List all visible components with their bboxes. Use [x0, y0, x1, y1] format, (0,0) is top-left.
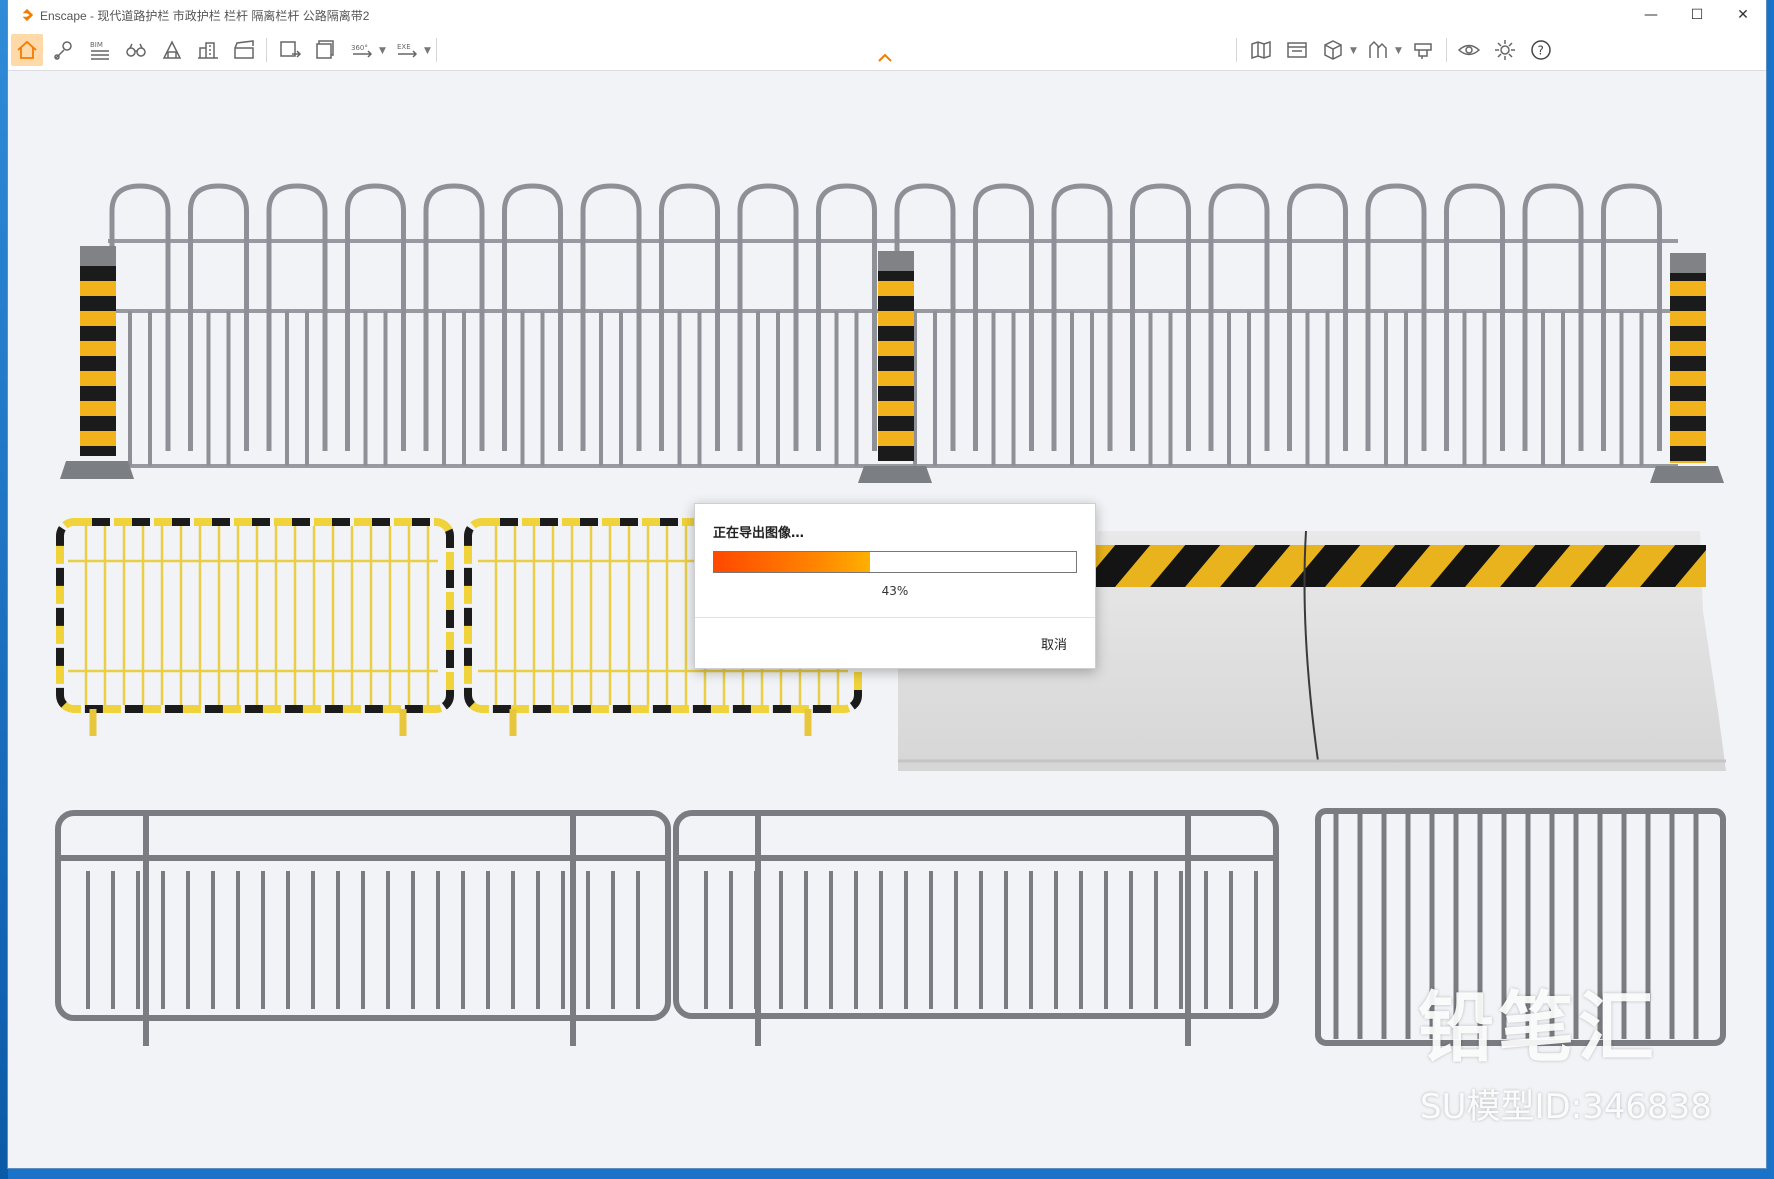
home-icon — [17, 40, 37, 59]
cancel-button[interactable]: 取消 — [1041, 634, 1067, 653]
svg-text:?: ? — [1538, 44, 1544, 58]
window-controls: — ☐ ✕ — [1628, 0, 1766, 30]
panorama-label: 360° — [351, 44, 368, 52]
export-progress-fill — [714, 552, 870, 572]
arched-guardrail-posts — [60, 246, 1724, 483]
help-icon: ? — [1531, 40, 1551, 60]
location-button[interactable] — [48, 34, 80, 66]
sync-button[interactable] — [1362, 34, 1394, 66]
visual-settings-button[interactable] — [1453, 34, 1485, 66]
binoculars-button[interactable] — [120, 34, 152, 66]
toolbar-separator — [266, 38, 267, 62]
batch-export-icon — [316, 40, 334, 59]
toolbar-separator — [436, 38, 437, 62]
sync-icon — [1369, 40, 1387, 58]
visual-settings-icon — [1457, 44, 1481, 56]
close-button[interactable]: ✕ — [1720, 0, 1766, 30]
minimize-button[interactable]: — — [1628, 0, 1674, 30]
home-button[interactable] — [11, 34, 43, 66]
title-bar: Enscape - 现代道路护栏 市政护栏 栏杆 隔离栏杆 公路隔离带2 — ☐… — [8, 0, 1766, 30]
map-icon — [1251, 40, 1271, 60]
screenshot-export-icon — [280, 41, 302, 58]
window-title: Enscape - 现代道路护栏 市政护栏 栏杆 隔离栏杆 公路隔离带2 — [40, 8, 370, 23]
chevron-down-icon[interactable]: ▼ — [1395, 46, 1402, 56]
video-editor-icon — [234, 40, 254, 59]
maximize-button[interactable]: ☐ — [1674, 0, 1720, 30]
video-editor-button[interactable] — [228, 34, 260, 66]
buildings-button[interactable] — [192, 34, 224, 66]
materials-icon — [1414, 43, 1432, 59]
screenshot-export-button[interactable] — [274, 34, 306, 66]
watermark-model-id: SU模型ID:346838 — [1420, 1087, 1712, 1127]
enscape-logo-icon — [22, 8, 34, 22]
cube-button[interactable] — [1317, 34, 1349, 66]
chevron-down-icon[interactable]: ▼ — [424, 46, 431, 56]
map-button[interactable] — [1245, 34, 1277, 66]
enscape-window: Enscape - 现代道路护栏 市政护栏 栏杆 隔离栏杆 公路隔离带2 — ☐… — [8, 0, 1766, 1168]
watermark-brand: 铅笔汇 — [1418, 983, 1658, 1072]
asset-library-icon — [162, 40, 182, 59]
binoculars-icon — [126, 43, 146, 57]
panorama-export-button[interactable]: 360° — [346, 34, 378, 66]
export-progress-dialog: 正在导出图像… 43% 取消 — [694, 503, 1096, 669]
toolbar-separator — [1236, 38, 1237, 62]
toolbar-separator — [1446, 38, 1447, 62]
collapse-toolbar-chevron-up-icon[interactable] — [876, 50, 894, 66]
chevron-down-icon[interactable]: ▼ — [379, 46, 386, 56]
location-pin-icon — [54, 41, 72, 60]
views-icon — [1287, 42, 1307, 58]
views-button[interactable] — [1281, 34, 1313, 66]
exe-export-icon: EXE — [397, 43, 418, 58]
chevron-down-icon[interactable]: ▼ — [1350, 46, 1357, 56]
dialog-divider — [695, 617, 1095, 618]
settings-icon — [1495, 40, 1515, 60]
panorama-360-icon: 360° — [351, 44, 373, 58]
bim-button[interactable]: BIM — [84, 34, 116, 66]
export-progress-bar — [713, 551, 1077, 573]
dialog-title: 正在导出图像… — [713, 526, 805, 541]
bim-label: BIM — [90, 41, 103, 49]
materials-button[interactable] — [1407, 34, 1439, 66]
bim-icon: BIM — [90, 41, 109, 60]
batch-export-button[interactable] — [310, 34, 342, 66]
exe-label: EXE — [397, 43, 411, 51]
exe-export-button[interactable]: EXE — [391, 34, 423, 66]
buildings-icon — [198, 42, 218, 59]
desktop-background — [0, 0, 8, 1179]
export-progress-percent: 43% — [881, 584, 909, 598]
help-button[interactable]: ? — [1525, 34, 1557, 66]
asset-library-button[interactable] — [156, 34, 188, 66]
settings-button[interactable] — [1489, 34, 1521, 66]
cube-icon — [1324, 40, 1342, 60]
